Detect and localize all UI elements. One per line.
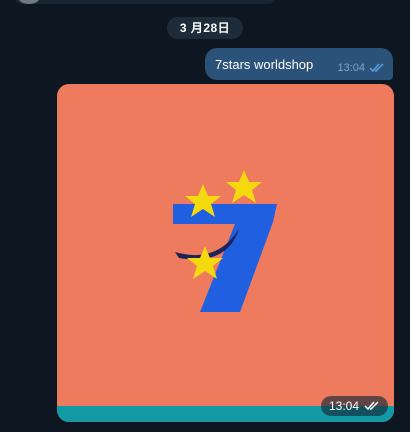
- photo-time: 13:04: [328, 399, 359, 413]
- date-separator: 3 月28日: [167, 17, 243, 39]
- double-check-icon: [364, 401, 379, 411]
- outgoing-message-bubble[interactable]: 7stars worldshop 13:04: [205, 48, 393, 80]
- double-check-icon: [369, 63, 384, 73]
- photo-meta: 13:04: [320, 396, 388, 416]
- message-text: 7stars worldshop: [215, 57, 314, 72]
- 7stars-logo-image: [173, 170, 277, 312]
- message-meta: 13:04: [337, 62, 385, 74]
- photo-message[interactable]: 13:04: [57, 84, 394, 422]
- chat-area[interactable]: 3 月28日 7stars worldshop 13:04 13:04: [0, 0, 410, 432]
- previous-message[interactable]: [14, 0, 276, 4]
- message-time: 13:04: [337, 62, 365, 74]
- star-shape: [226, 170, 262, 203]
